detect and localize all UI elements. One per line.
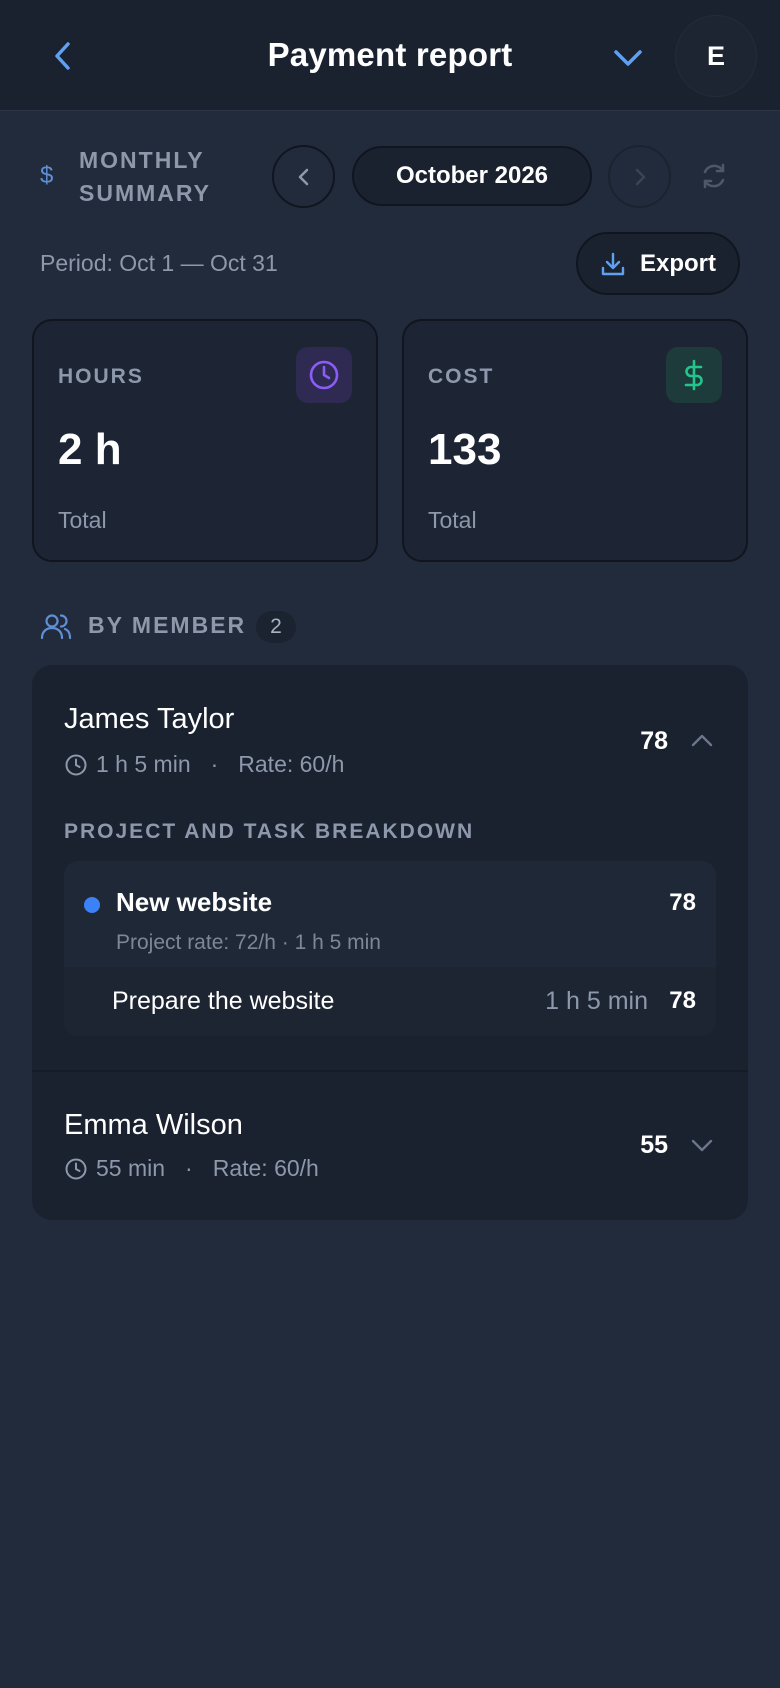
hours-card: HOURS 2 h Total bbox=[32, 319, 378, 562]
chevron-up-icon[interactable] bbox=[688, 727, 716, 755]
project-color-dot bbox=[84, 897, 100, 913]
export-button[interactable]: Export bbox=[576, 232, 740, 295]
header-menu-button[interactable] bbox=[610, 40, 646, 76]
breakdown-label: PROJECT AND TASK BREAKDOWN bbox=[64, 820, 475, 843]
task-amount: 78 bbox=[669, 987, 696, 1014]
dollar-icon bbox=[666, 347, 722, 403]
member-name: Emma Wilson bbox=[64, 1109, 243, 1141]
member-rate: Rate: 60/h bbox=[238, 751, 345, 777]
member-duration: 55 min bbox=[96, 1155, 166, 1181]
task-row[interactable]: Prepare the website 1 h 5 min 78 bbox=[64, 967, 716, 1036]
member-amount: 78 bbox=[640, 727, 668, 755]
refresh-icon bbox=[703, 163, 725, 189]
clock-icon bbox=[65, 1158, 87, 1179]
download-icon bbox=[601, 252, 625, 275]
chevron-down-icon bbox=[614, 50, 642, 66]
project-card[interactable]: New website 78 Project rate: 72/h · 1 h … bbox=[64, 861, 716, 1036]
refresh-button[interactable] bbox=[696, 158, 732, 194]
hours-value: 2 h bbox=[58, 425, 122, 474]
member-list: James Taylor 1 h 5 min · Rate: 60/h 78 P… bbox=[32, 665, 748, 1220]
member-rate: Rate: 60/h bbox=[212, 1155, 319, 1181]
member-meta: 55 min · Rate: 60/h bbox=[64, 1155, 319, 1182]
separator-dot: · bbox=[185, 1155, 193, 1181]
separator-dot: · bbox=[210, 751, 219, 777]
task-duration: 1 h 5 min bbox=[545, 987, 648, 1015]
chevron-down-icon[interactable] bbox=[688, 1131, 716, 1159]
previous-month-button[interactable] bbox=[272, 145, 335, 208]
clock-icon bbox=[65, 754, 87, 775]
app-header: Payment report E bbox=[0, 0, 780, 111]
cost-card: COST 133 Total bbox=[402, 319, 748, 562]
member-count-badge: 2 bbox=[256, 611, 296, 643]
clock-icon bbox=[296, 347, 352, 403]
page-title: Payment report bbox=[267, 36, 513, 73]
member-meta: 1 h 5 min · Rate: 60/h bbox=[64, 751, 344, 778]
monthly-summary-label: MONTHLY SUMMARY bbox=[79, 147, 211, 206]
month-selector[interactable]: October 2026 bbox=[352, 146, 592, 206]
dollar-icon: $ bbox=[40, 162, 54, 189]
member-name: James Taylor bbox=[64, 703, 235, 735]
hours-sub: Total bbox=[58, 507, 107, 533]
period-text: Period: Oct 1 — Oct 31 bbox=[40, 250, 278, 276]
member-amount: 55 bbox=[640, 1131, 668, 1159]
project-meta: Project rate: 72/h · 1 h 5 min bbox=[116, 931, 381, 954]
hours-label: HOURS bbox=[58, 365, 144, 388]
chevron-left-icon bbox=[298, 168, 308, 185]
project-name: New website bbox=[116, 887, 273, 917]
divider bbox=[32, 1070, 748, 1072]
project-amount: 78 bbox=[669, 889, 696, 916]
cost-value: 133 bbox=[428, 425, 502, 474]
cost-label: COST bbox=[428, 365, 495, 388]
member-duration: 1 h 5 min bbox=[96, 751, 191, 777]
avatar[interactable]: E bbox=[676, 16, 756, 96]
export-label: Export bbox=[639, 249, 716, 277]
chevron-right-icon bbox=[635, 168, 645, 185]
by-member-label: BY MEMBER bbox=[88, 612, 247, 638]
cost-sub: Total bbox=[428, 507, 477, 533]
task-name: Prepare the website bbox=[112, 987, 335, 1015]
users-icon bbox=[40, 614, 72, 640]
next-month-button[interactable] bbox=[608, 145, 671, 208]
